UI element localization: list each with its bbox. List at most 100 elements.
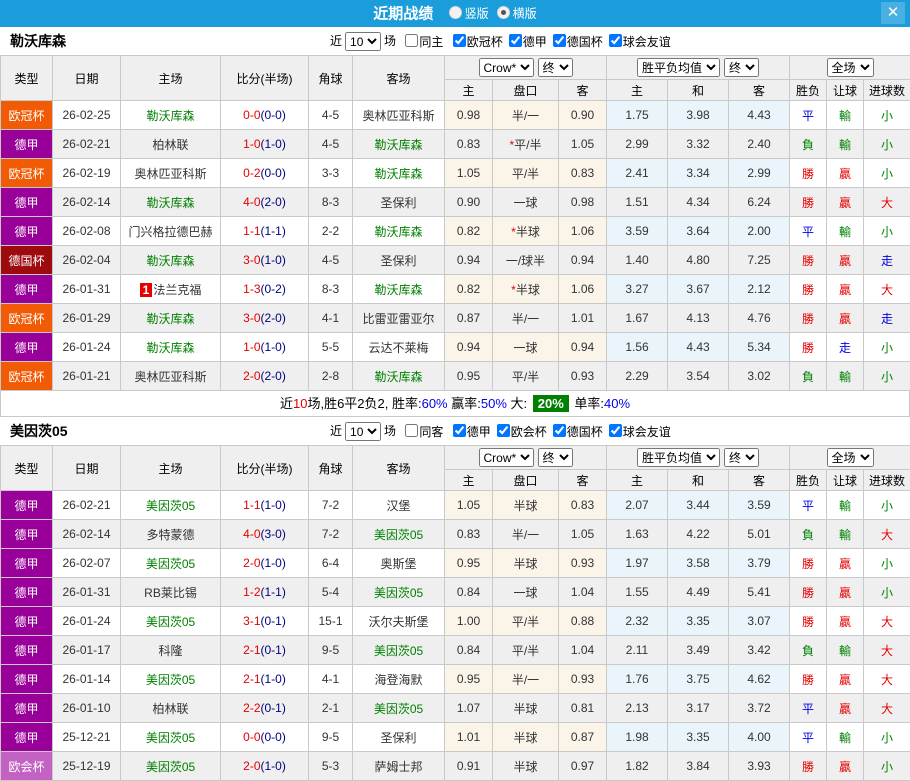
match-score: 1-2(1-1): [221, 578, 309, 607]
league-filter[interactable]: 球会友谊: [603, 424, 671, 438]
league-badge: 欧冠杯: [1, 362, 53, 391]
corner-score: 15-1: [309, 607, 353, 636]
match-date: 26-01-17: [53, 636, 121, 665]
league-badge: 欧冠杯: [1, 101, 53, 130]
wdl-draw-odds: 3.44: [668, 491, 729, 520]
league-badge: 德甲: [1, 723, 53, 752]
period-select[interactable]: 全场: [827, 58, 874, 77]
wdl-stage-select[interactable]: 终: [724, 58, 759, 77]
away-team: 圣保利: [353, 723, 445, 752]
wdl-group: 胜平负均值终: [607, 56, 790, 80]
league-filter-checkbox[interactable]: [553, 424, 566, 437]
match-row: 德甲26-02-08门兴格拉德巴赫1-1(1-1)2-2勒沃库森0.82*半球1…: [1, 217, 910, 246]
league-filter[interactable]: 欧冠杯: [447, 34, 503, 48]
result-goals: 小: [864, 159, 910, 188]
wdl-stage-select[interactable]: 终: [724, 448, 759, 467]
record-summary: 近10场,胜6平2负2, 胜率:60% 赢率:50% 大: 20% 单率:40%: [0, 391, 910, 417]
layout-radio[interactable]: [497, 6, 510, 19]
same-venue-checkbox[interactable]: [405, 34, 418, 47]
league-badge: 欧冠杯: [1, 304, 53, 333]
league-filter[interactable]: 德国杯: [547, 34, 603, 48]
result-wdl: 平: [790, 491, 827, 520]
period-select[interactable]: 全场: [827, 448, 874, 467]
odds-company-select[interactable]: Crow*: [479, 448, 534, 467]
match-row: 德甲26-02-14勒沃库森4-0(2-0)8-3圣保利0.90一球0.981.…: [1, 188, 910, 217]
wdl-home-odds: 1.75: [607, 101, 668, 130]
away-team: 美因茨05: [353, 520, 445, 549]
result-group: 全场: [790, 56, 910, 80]
league-filter-checkbox[interactable]: [453, 34, 466, 47]
home-team: 柏林联: [121, 694, 221, 723]
result-handicap: 輸: [827, 491, 864, 520]
wdl-home-odds: 2.32: [607, 607, 668, 636]
league-filter-checkbox[interactable]: [497, 424, 510, 437]
match-date: 26-01-21: [53, 362, 121, 391]
odds-home: 0.84: [445, 636, 493, 665]
wdl-mode-select[interactable]: 胜平负均值: [637, 448, 720, 467]
league-filter[interactable]: 德国杯: [547, 424, 603, 438]
league-filter[interactable]: 德甲: [503, 34, 547, 48]
result-goals: 小: [864, 101, 910, 130]
odds-stage-select[interactable]: 终: [538, 448, 573, 467]
league-filter[interactable]: 欧会杯: [491, 424, 547, 438]
league-filter-label: 德甲: [467, 425, 491, 439]
wdl-draw-odds: 3.98: [668, 101, 729, 130]
wdl-home-odds: 1.76: [607, 665, 668, 694]
result-goals: 小: [864, 723, 910, 752]
match-score: 1-0(1-0): [221, 130, 309, 159]
match-score: 1-3(0-2): [221, 275, 309, 304]
match-count-select[interactable]: 10: [345, 32, 381, 51]
col-result-goals: 进球数: [864, 80, 910, 101]
result-handicap: 贏: [827, 578, 864, 607]
same-venue-filter[interactable]: 同客: [399, 424, 443, 438]
result-goals: 小: [864, 362, 910, 391]
wdl-away-odds: 3.02: [729, 362, 790, 391]
league-filter-checkbox[interactable]: [609, 34, 622, 47]
match-row: 德甲26-01-31RB莱比锡1-2(1-1)5-4美因茨050.84一球1.0…: [1, 578, 910, 607]
wdl-home-odds: 1.55: [607, 578, 668, 607]
league-filter-checkbox[interactable]: [553, 34, 566, 47]
league-filter[interactable]: 德甲: [447, 424, 491, 438]
layout-radio[interactable]: [449, 6, 462, 19]
odds-stage-select[interactable]: 终: [538, 58, 573, 77]
match-count-select[interactable]: 10: [345, 422, 381, 441]
match-row: 欧会杯25-12-19美因茨052-0(1-0)5-3萨姆士邦0.91半球0.9…: [1, 752, 910, 781]
result-goals: 大: [864, 636, 910, 665]
odds-company-select[interactable]: Crow*: [479, 58, 534, 77]
wdl-away-odds: 5.41: [729, 578, 790, 607]
result-goals: 大: [864, 520, 910, 549]
away-team: 萨姆士邦: [353, 752, 445, 781]
home-team: 多特蒙德: [121, 520, 221, 549]
wdl-mode-select[interactable]: 胜平负均值: [637, 58, 720, 77]
result-handicap: 贏: [827, 304, 864, 333]
away-team: 勒沃库森: [353, 275, 445, 304]
league-filter-checkbox[interactable]: [609, 424, 622, 437]
odds-away: 0.88: [559, 607, 607, 636]
result-wdl: 勝: [790, 752, 827, 781]
match-date: 26-02-07: [53, 549, 121, 578]
odds-away: 1.06: [559, 217, 607, 246]
home-team: 奥林匹亚科斯: [121, 362, 221, 391]
match-score: 3-0(1-0): [221, 246, 309, 275]
league-filter-checkbox[interactable]: [509, 34, 522, 47]
home-team: 科隆: [121, 636, 221, 665]
wdl-draw-odds: 3.64: [668, 217, 729, 246]
title-bar: 近期战绩 竖版横版 ✕: [0, 0, 910, 27]
odds-home: 1.05: [445, 159, 493, 188]
col-type: 类型: [1, 56, 53, 101]
league-filter-label: 欧冠杯: [467, 35, 503, 49]
wdl-home-odds: 1.63: [607, 520, 668, 549]
home-team: 勒沃库森: [121, 333, 221, 362]
league-filter-label: 德甲: [523, 35, 547, 49]
col-date: 日期: [53, 446, 121, 491]
wdl-draw-odds: 3.67: [668, 275, 729, 304]
close-icon[interactable]: ✕: [881, 2, 905, 24]
match-row: 德甲26-02-21柏林联1-0(1-0)4-5勒沃库森0.83*平/半1.05…: [1, 130, 910, 159]
league-filter-checkbox[interactable]: [453, 424, 466, 437]
league-filter[interactable]: 球会友谊: [603, 34, 671, 48]
wdl-away-odds: 4.00: [729, 723, 790, 752]
same-venue-checkbox[interactable]: [405, 424, 418, 437]
handicap: 一/球半: [493, 246, 559, 275]
same-venue-filter[interactable]: 同主: [399, 34, 443, 48]
handicap: 半/一: [493, 665, 559, 694]
